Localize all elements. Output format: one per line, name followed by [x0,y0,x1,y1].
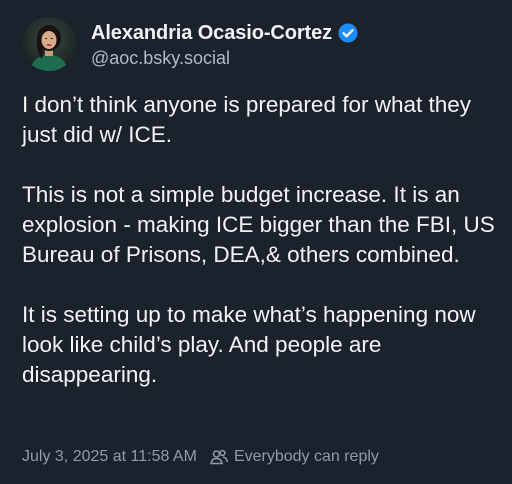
verified-badge-icon[interactable] [338,23,358,43]
post-paragraph: I don’t think anyone is prepared for wha… [22,92,472,147]
post-card: Alexandria Ocasio-Cortez @aoc.bsky.socia… [0,0,512,484]
post-header: Alexandria Ocasio-Cortez @aoc.bsky.socia… [22,14,358,74]
author-avatar[interactable] [22,17,76,71]
author-handle[interactable]: @aoc.bsky.social [91,48,358,69]
reply-setting-label: Everybody can reply [233,448,379,465]
post-timestamp[interactable]: July 3, 2025 at 11:58 AM [22,448,197,466]
people-icon [209,447,229,467]
reply-setting[interactable]: Everybody can reply [209,447,379,467]
name-row: Alexandria Ocasio-Cortez [91,19,358,47]
post-paragraph: This is not a simple budget increase. It… [22,182,495,267]
user-avatar-icon [22,17,76,71]
post-paragraph: It is setting up to make what’s happenin… [22,302,476,387]
post-meta: July 3, 2025 at 11:58 AM Everybody can r… [22,447,379,467]
post-text: I don’t think anyone is prepared for wha… [22,90,497,390]
author-display-name[interactable]: Alexandria Ocasio-Cortez [91,22,332,45]
author-names: Alexandria Ocasio-Cortez @aoc.bsky.socia… [91,19,358,69]
